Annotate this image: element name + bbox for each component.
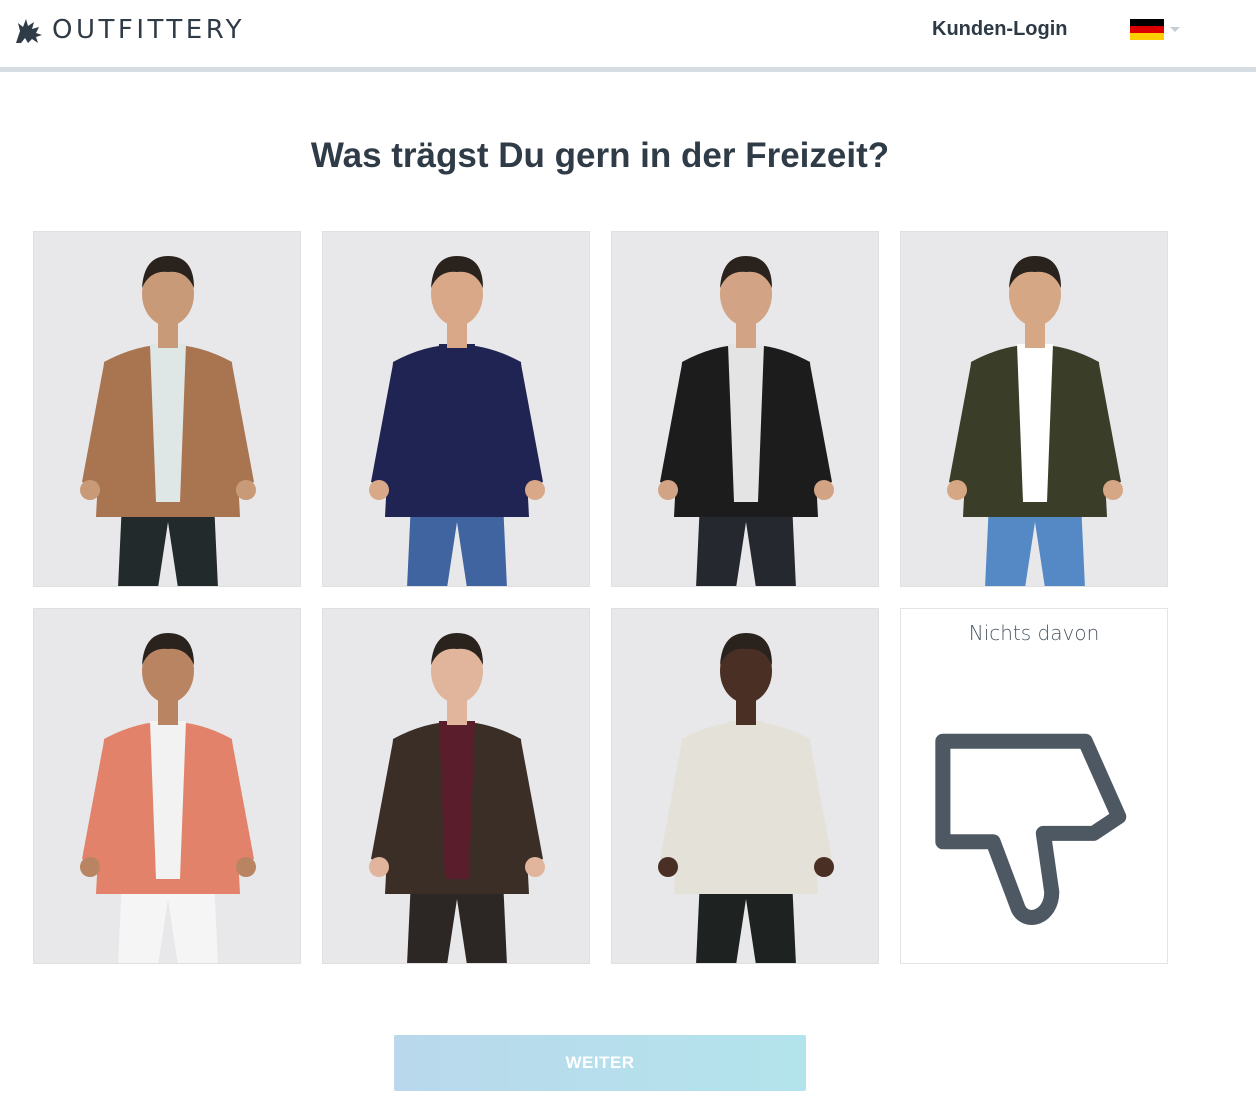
style-option-1[interactable] <box>33 231 301 587</box>
outfit-image <box>612 232 878 586</box>
style-option-5[interactable] <box>33 608 301 964</box>
language-selector[interactable] <box>1130 19 1180 40</box>
outfit-image <box>34 609 300 963</box>
outfit-image <box>323 609 589 963</box>
outfit-image <box>323 232 589 586</box>
header-divider <box>0 67 1256 72</box>
griffin-logo-icon <box>16 19 42 43</box>
brand-name: OUTFITTERY <box>52 15 246 45</box>
style-option-2[interactable] <box>322 231 590 587</box>
caret-down-icon <box>1170 27 1180 32</box>
outfittery-logo[interactable]: OUTFITTERY <box>12 12 245 48</box>
outfit-image <box>901 232 1167 586</box>
none-of-these-label: Nichts davon <box>968 621 1100 645</box>
outfit-image <box>34 232 300 586</box>
style-option-3[interactable] <box>611 231 879 587</box>
style-option-6[interactable] <box>322 608 590 964</box>
style-option-4[interactable] <box>900 231 1168 587</box>
thumbs-down-icon <box>935 733 1127 925</box>
style-options-grid: Nichts davon <box>33 231 1168 964</box>
style-option-7[interactable] <box>611 608 879 964</box>
question-title: Was trägst Du gern in der Freizeit? <box>310 136 890 175</box>
continue-button[interactable]: WEITER <box>394 1035 806 1091</box>
german-flag-icon <box>1130 19 1164 40</box>
header: OUTFITTERY Kunden-Login <box>0 0 1256 68</box>
none-of-these-option[interactable]: Nichts davon <box>900 608 1168 964</box>
outfit-image <box>612 609 878 963</box>
customer-login-link[interactable]: Kunden-Login <box>932 18 1068 41</box>
